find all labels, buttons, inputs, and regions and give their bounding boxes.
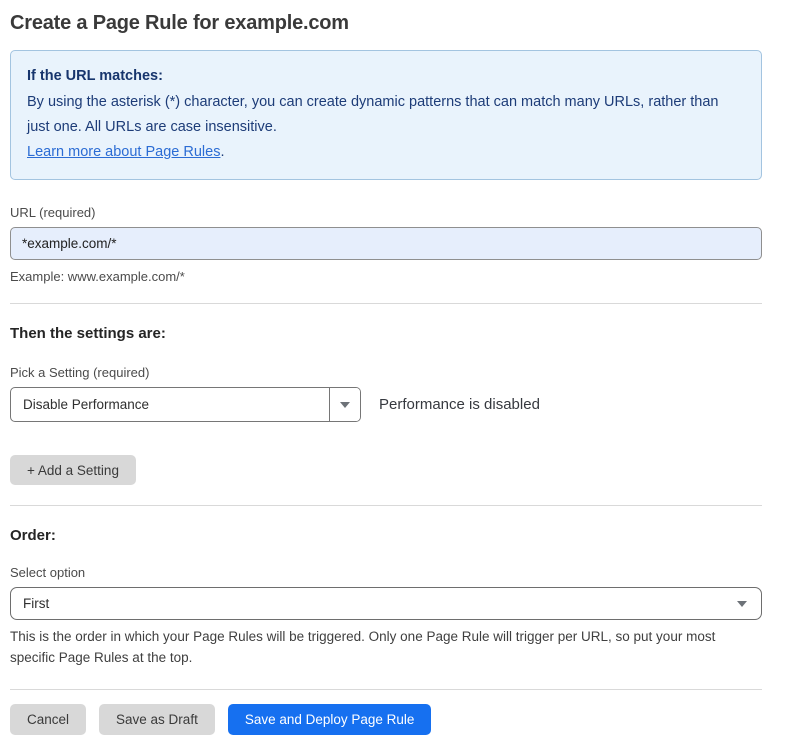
chevron-down-icon (737, 601, 747, 607)
setting-select[interactable]: Disable Performance (10, 387, 361, 422)
chevron-down-icon (340, 402, 350, 408)
order-select-label: Select option (10, 565, 762, 580)
add-setting-button[interactable]: + Add a Setting (10, 455, 136, 485)
divider (10, 505, 762, 506)
settings-section-heading: Then the settings are: (10, 325, 762, 342)
url-match-info-box: If the URL matches: By using the asteris… (10, 50, 762, 180)
setting-select-arrow-button[interactable] (329, 388, 360, 421)
order-section-heading: Order: (10, 527, 762, 544)
url-field-label: URL (required) (10, 205, 762, 220)
save-as-draft-button[interactable]: Save as Draft (99, 704, 215, 735)
cancel-button[interactable]: Cancel (10, 704, 86, 735)
setting-status-text: Performance is disabled (379, 396, 540, 413)
setting-picker-label: Pick a Setting (required) (10, 365, 762, 380)
page-title: Create a Page Rule for example.com (10, 12, 762, 35)
setting-row: Disable Performance Performance is disab… (10, 387, 762, 422)
save-and-deploy-button[interactable]: Save and Deploy Page Rule (228, 704, 432, 735)
create-page-rule-form: Create a Page Rule for example.com If th… (0, 0, 790, 735)
link-suffix: . (220, 144, 224, 160)
url-input[interactable] (10, 227, 762, 260)
learn-more-link[interactable]: Learn more about Page Rules (27, 144, 220, 160)
order-select[interactable]: First (10, 587, 762, 620)
divider (10, 303, 762, 304)
info-box-heading: If the URL matches: (27, 64, 745, 89)
url-example-text: Example: www.example.com/* (10, 269, 762, 284)
divider (10, 689, 762, 690)
footer-actions: Cancel Save as Draft Save and Deploy Pag… (10, 704, 762, 735)
setting-select-value: Disable Performance (11, 388, 329, 421)
order-select-value: First (23, 596, 49, 611)
info-box-body: By using the asterisk (*) character, you… (27, 90, 745, 140)
order-help-text: This is the order in which your Page Rul… (10, 626, 762, 668)
info-link-line: Learn more about Page Rules. (27, 140, 745, 165)
